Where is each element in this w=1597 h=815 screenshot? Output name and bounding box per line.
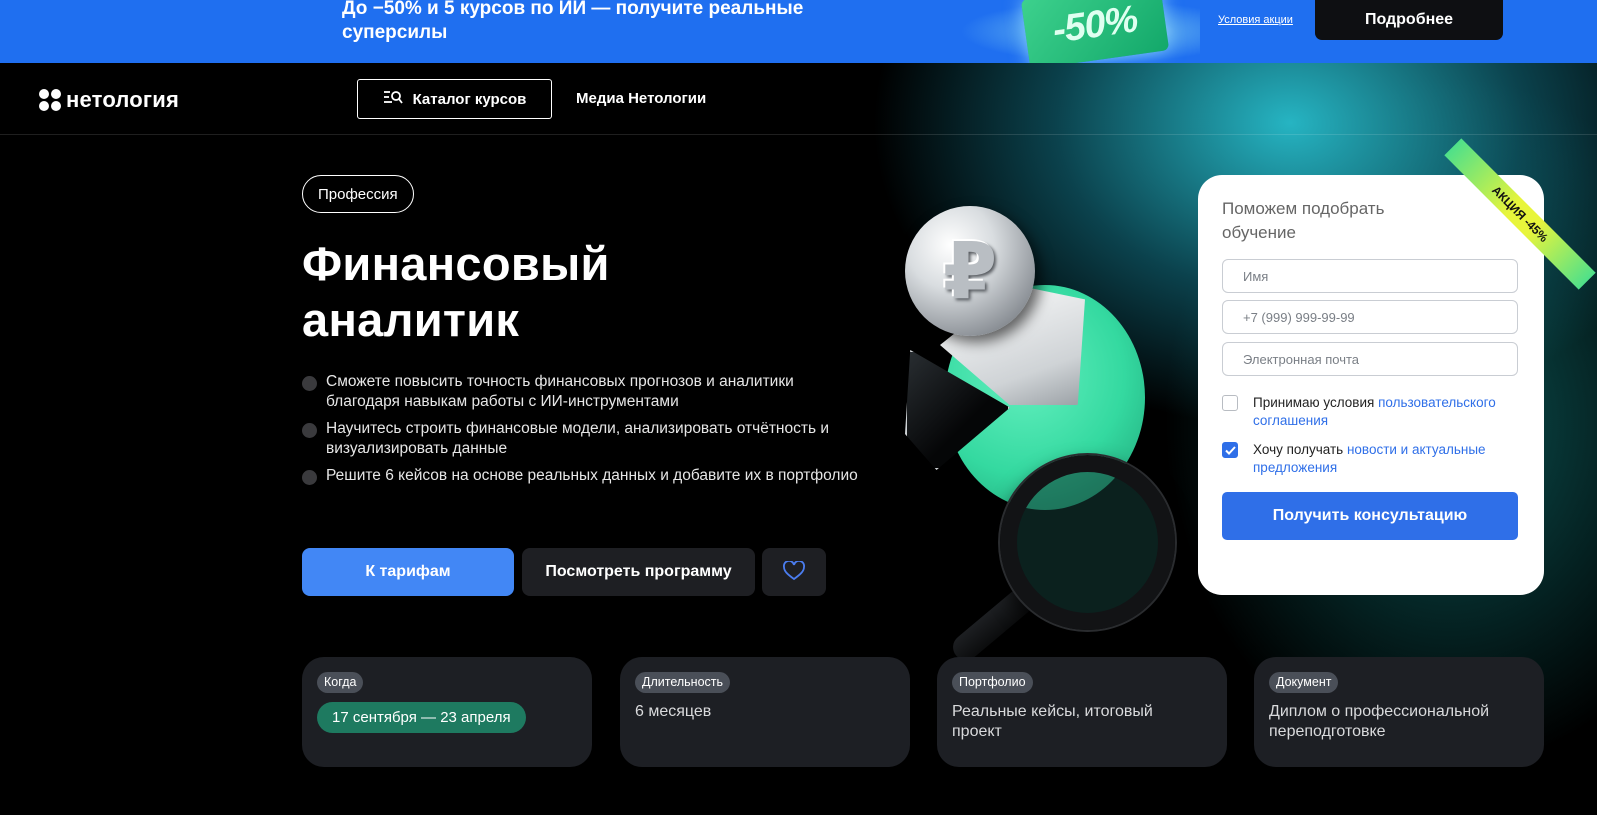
site-header: нетология Каталог курсов Медиа Нетологии <box>0 63 1597 135</box>
card-value: Диплом о профессиональной переподготовке <box>1269 703 1490 740</box>
benefit-item: Решите 6 кейсов на основе реальных данны… <box>302 466 862 486</box>
view-program-button[interactable]: Посмотреть программу <box>522 548 755 596</box>
email-field[interactable] <box>1222 342 1518 376</box>
catalog-label: Каталог курсов <box>412 90 527 108</box>
phone-field[interactable] <box>1222 300 1518 334</box>
search-list-icon <box>383 89 403 109</box>
ruble-symbol: ₽ <box>942 226 998 315</box>
card-badge: Когда <box>317 672 364 693</box>
title-line-2: аналитик <box>302 293 520 346</box>
checkmark-icon <box>1224 445 1236 455</box>
agreement-checkbox-row: Принимаю условия пользовательского согла… <box>1222 394 1522 430</box>
card-badge: Портфолио <box>952 672 1033 693</box>
card-badge: Длительность <box>635 672 731 693</box>
agreement-label: Принимаю условия пользовательского согла… <box>1253 395 1496 428</box>
benefit-item: Сможете повысить точность финансовых про… <box>302 372 862 412</box>
newsletter-label: Хочу получать новости и актуальные предл… <box>1253 442 1486 475</box>
info-card-portfolio: Портфолио Реальные кейсы, итоговый проек… <box>937 657 1227 767</box>
favorite-button[interactable] <box>762 548 826 596</box>
card-value: 6 месяцев <box>635 703 712 720</box>
catalog-button[interactable]: Каталог курсов <box>357 79 552 119</box>
logo-text: нетология <box>66 87 180 112</box>
benefit-item: Научитесь строить финансовые модели, ана… <box>302 419 862 459</box>
consultation-form: Поможем подобрать обучение Принимаю усло… <box>1198 175 1544 595</box>
card-value: Реальные кейсы, итоговый проект <box>952 703 1153 740</box>
name-field[interactable] <box>1222 259 1518 293</box>
info-card-document: Документ Диплом о профессиональной переп… <box>1254 657 1544 767</box>
newsletter-checkbox[interactable] <box>1222 442 1238 458</box>
ruble-coin-image: ₽ <box>905 206 1035 336</box>
promo-ticket-label: -50% <box>1050 0 1140 52</box>
info-card-when: Когда 17 сентября — 23 апреля <box>302 657 592 767</box>
card-badge: Документ <box>1269 672 1339 693</box>
promo-text: До −50% и 5 курсов по ИИ — получите реал… <box>342 0 804 43</box>
agreement-checkbox[interactable] <box>1222 395 1238 411</box>
heart-icon <box>783 559 805 584</box>
dates-pill: 17 сентября — 23 апреля <box>317 702 526 733</box>
four-dots-icon <box>39 89 61 111</box>
form-title: Поможем подобрать обучение <box>1222 199 1385 242</box>
tariffs-button[interactable]: К тарифам <box>302 548 514 596</box>
benefits-list: Сможете повысить точность финансовых про… <box>302 372 862 493</box>
page-title: Финансовый аналитик <box>302 236 822 348</box>
media-link[interactable]: Медиа Нетологии <box>576 90 706 107</box>
newsletter-checkbox-row: Хочу получать новости и актуальные предл… <box>1222 441 1522 477</box>
logo[interactable]: нетология <box>39 87 179 113</box>
magnifier-icon <box>1000 455 1175 630</box>
title-line-1: Финансовый <box>302 237 610 290</box>
profession-tag: Профессия <box>302 175 414 213</box>
promo-terms-link[interactable]: Условия акции <box>1218 14 1293 26</box>
promo-more-button[interactable]: Подробнее <box>1315 0 1503 40</box>
promo-banner[interactable]: До −50% и 5 курсов по ИИ — получите реал… <box>0 0 1597 63</box>
info-card-duration: Длительность 6 месяцев <box>620 657 910 767</box>
get-consultation-button[interactable]: Получить консультацию <box>1222 492 1518 540</box>
